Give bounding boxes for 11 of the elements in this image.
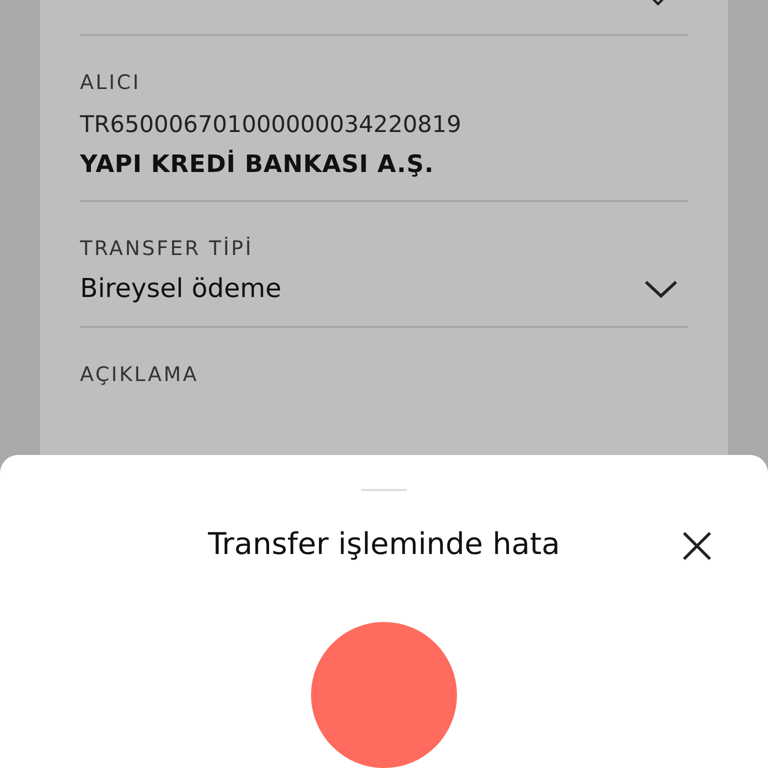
iban-text: TR650006701000000034220819 [80, 112, 462, 138]
bank-name: YAPI KREDİ BANKASI A.Ş. [80, 150, 435, 178]
sheet-title: Transfer işleminde hata [208, 527, 560, 562]
chevron-icon[interactable] [644, 280, 678, 298]
close-icon[interactable] [682, 531, 712, 561]
chevron-icon[interactable] [650, 0, 666, 6]
dropdown-value[interactable]: Bireysel ödeme [80, 274, 282, 304]
drag-handle[interactable] [361, 489, 407, 491]
field-label: TRANSFER TİPİ [80, 236, 254, 260]
field-label: AÇIKLAMA [80, 362, 200, 386]
field-label: ALICI [80, 70, 142, 94]
